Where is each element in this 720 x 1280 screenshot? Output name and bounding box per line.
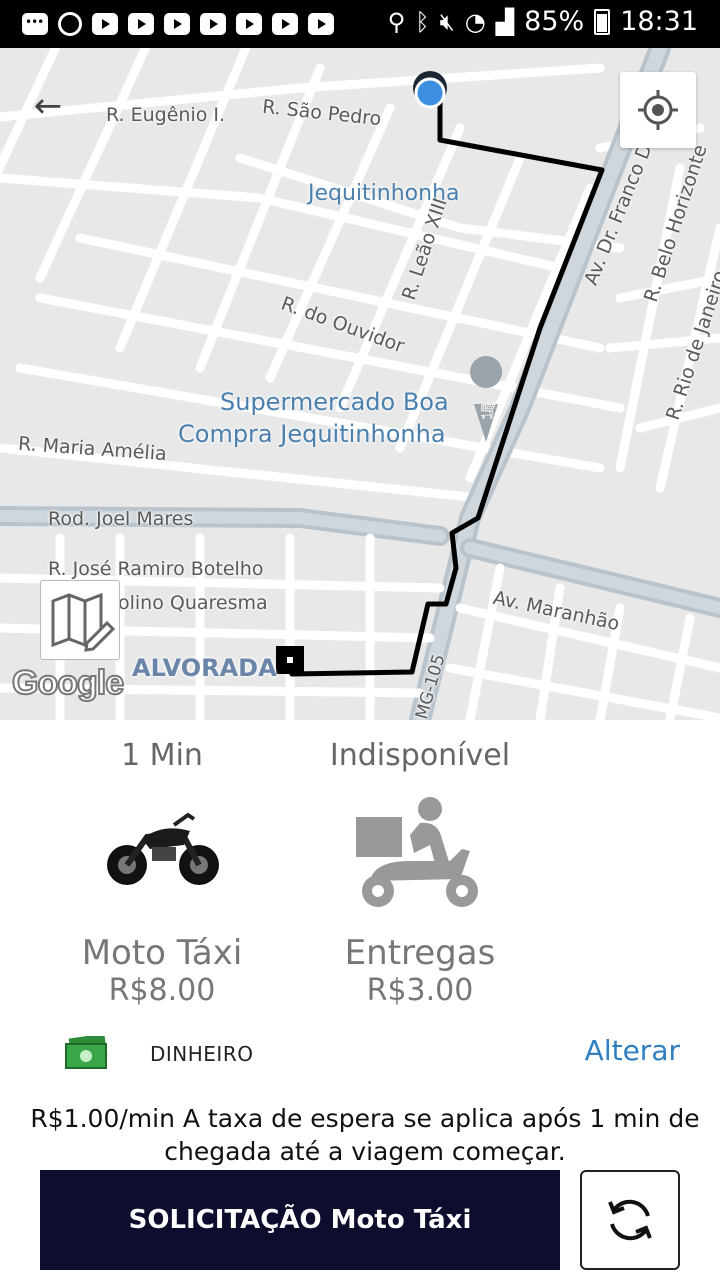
wifi-icon: ◔: [464, 7, 486, 36]
system-icons: ⚲ ᛒ 🔇︎ ◔ ▟ 85% 18:31: [388, 6, 698, 37]
request-ride-button[interactable]: SOLICITAÇÃO Moto Táxi: [40, 1170, 560, 1270]
ride-options-panel: 1 Min Moto Táxi R$8.00 Indisponível Entr…: [0, 720, 720, 1280]
back-arrow-icon[interactable]: ←: [26, 84, 70, 128]
location-icon: ⚲: [387, 7, 406, 36]
option-price: R$3.00: [366, 973, 474, 1008]
street-label: olino Quaresma: [118, 592, 268, 614]
waiting-fee-text: R$1.00/min A taxa de espera se aplica ap…: [30, 1104, 700, 1166]
youtube-icon: [236, 13, 262, 35]
clock: 18:31: [620, 6, 698, 37]
youtube-icon: [272, 13, 298, 35]
map-edit-icon: [51, 592, 116, 652]
crosshair-icon: [638, 90, 678, 130]
notification-icons: [22, 12, 334, 36]
refresh-icon: [608, 1199, 652, 1241]
map-view[interactable]: 🛒︎ R. Eugênio I. R. São Pedro Jequitinho…: [0, 48, 720, 720]
motorcycle-icon: [62, 795, 262, 915]
street-label: R. José Ramiro Botelho: [48, 558, 264, 580]
option-name: Entregas: [344, 933, 496, 973]
option-moto-taxi[interactable]: 1 Min Moto Táxi R$8.00: [62, 738, 262, 1008]
youtube-icon: [128, 13, 154, 35]
bluetooth-icon: ᛒ: [415, 7, 430, 36]
refresh-button[interactable]: [580, 1170, 680, 1270]
delivery-scooter-icon: [310, 795, 530, 915]
option-name: Moto Táxi: [81, 933, 243, 973]
district-label: ALVORADA: [132, 654, 277, 682]
poi-label: Compra Jequitinhonha: [178, 420, 446, 448]
option-eta: 1 Min: [121, 738, 203, 773]
mute-icon: 🔇︎: [439, 7, 455, 36]
youtube-icon: [308, 13, 334, 35]
option-eta: Indisponível: [329, 738, 511, 773]
youtube-icon: [200, 13, 226, 35]
youtube-icon: [92, 13, 118, 35]
sync-icon: [58, 12, 82, 36]
street-label: R. Eugênio I.: [106, 104, 226, 126]
signal-icon: ▟: [495, 7, 515, 36]
my-location-button[interactable]: [620, 72, 696, 148]
poi-label: Supermercado Boa: [220, 388, 449, 416]
map-edit-button[interactable]: [40, 580, 120, 660]
status-bar: ⚲ ᛒ 🔇︎ ◔ ▟ 85% 18:31: [0, 0, 720, 48]
youtube-icon: [164, 13, 190, 35]
google-logo: Google: [11, 663, 125, 703]
street-label: Rod. Joel Mares: [48, 508, 194, 530]
payment-method-row: DINHEIRO Alterar: [60, 1032, 680, 1082]
payment-method-label: DINHEIRO: [150, 1042, 254, 1066]
cash-icon: [65, 1036, 108, 1069]
option-price: R$8.00: [108, 973, 216, 1008]
message-icon: [22, 13, 48, 35]
battery-icon: [594, 8, 611, 35]
svg-text:🛒︎: 🛒︎: [478, 400, 501, 421]
change-payment-link[interactable]: Alterar: [585, 1034, 680, 1067]
battery-percent: 85%: [524, 6, 585, 37]
option-entregas[interactable]: Indisponível Entregas R$3.00: [310, 738, 530, 1008]
